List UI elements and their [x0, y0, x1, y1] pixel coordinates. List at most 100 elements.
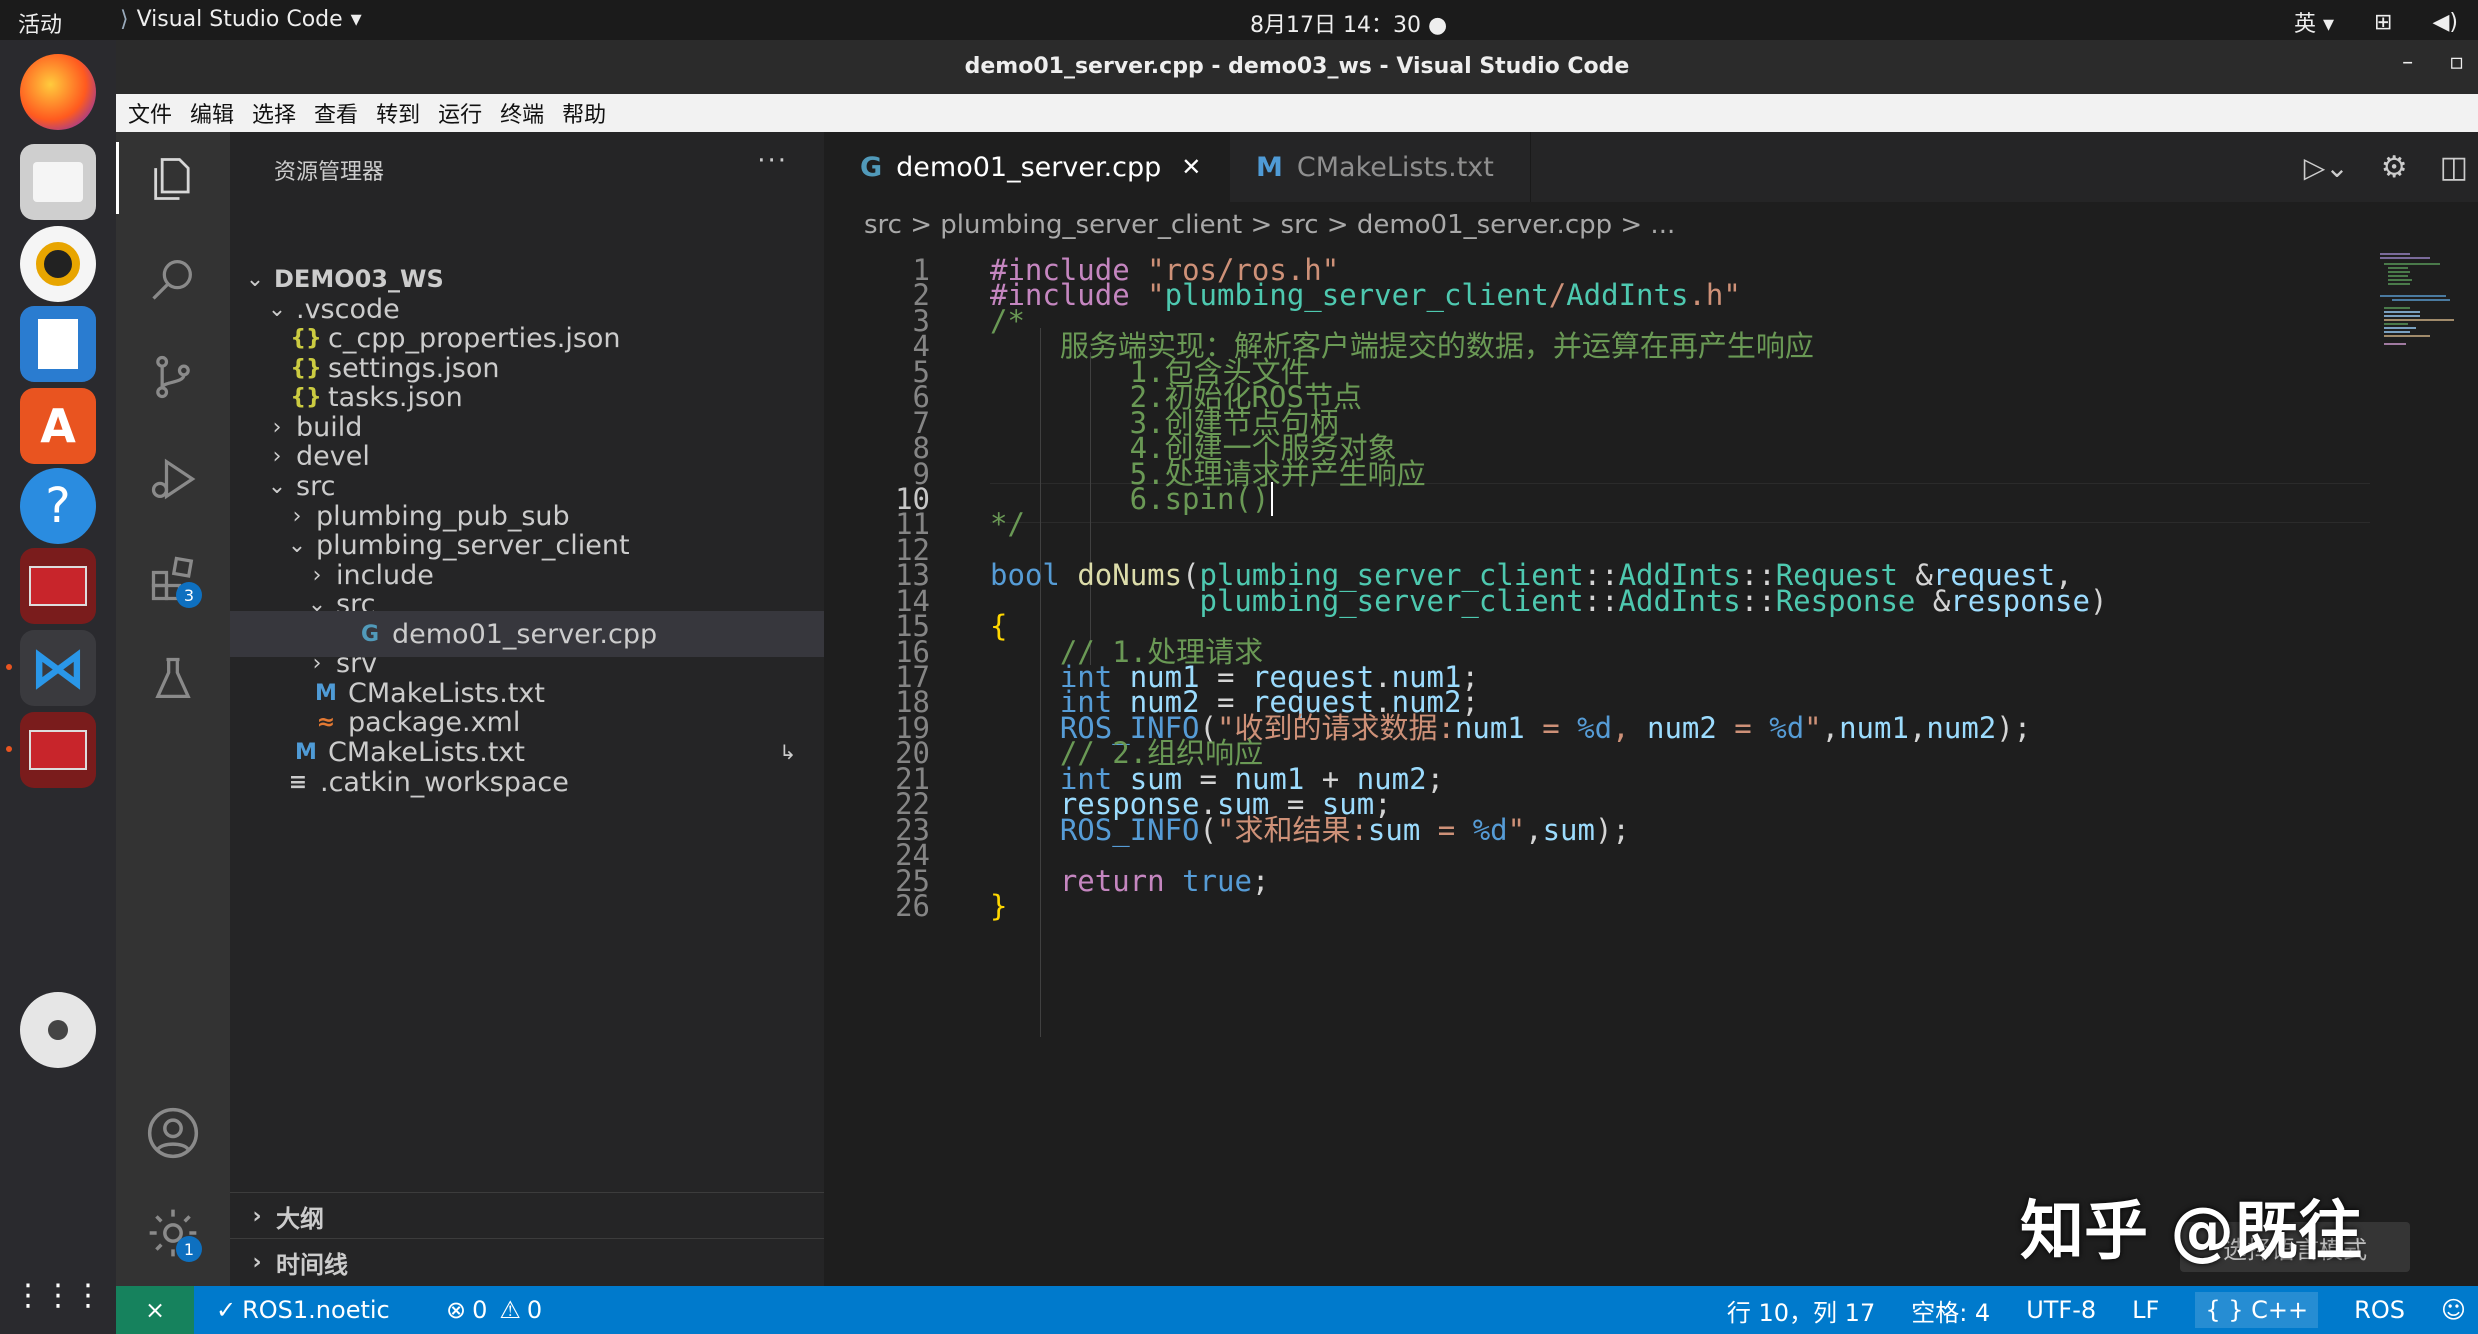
editor-area: G demo01_server.cpp ✕ M CMakeLists.txt ▷…	[824, 132, 2478, 1286]
error-count: 0	[472, 1296, 488, 1324]
split-editor-icon[interactable]: ◫	[2440, 150, 2468, 185]
tab-cmakelists[interactable]: M CMakeLists.txt	[1230, 132, 1531, 202]
language-mode[interactable]: { } C++	[2195, 1292, 2319, 1328]
notification-dot-icon: ●	[1427, 13, 1448, 38]
remote-indicator[interactable]: ⨯	[116, 1286, 194, 1334]
vscode-small-icon: ⟩	[120, 7, 129, 32]
editor-actions: ▷⌄ ⚙ ◫	[2304, 150, 2468, 185]
timeline-label: 时间线	[276, 1250, 348, 1279]
volume-icon[interactable]: ◀)	[2432, 10, 2458, 35]
menu-edit[interactable]: 编辑	[190, 97, 234, 129]
show-applications-icon[interactable]: ⋮⋮⋮	[13, 1258, 103, 1334]
chevron-right-icon: ›	[252, 1203, 262, 1229]
input-method-label: 英	[2293, 12, 2316, 37]
run-debug-icon[interactable]	[140, 446, 206, 512]
terminal-app-icon[interactable]	[20, 548, 96, 624]
error-icon: ⊗	[446, 1296, 467, 1324]
chevron-right-icon: ›	[252, 1249, 262, 1275]
active-view-indicator	[116, 142, 119, 214]
outline-panel-header[interactable]: › 大纲	[230, 1192, 824, 1239]
vscode-dock-icon[interactable]: ⋈	[20, 630, 96, 706]
software-center-icon[interactable]: A	[20, 388, 96, 464]
menu-go[interactable]: 转到	[376, 97, 420, 129]
close-icon[interactable]: ✕	[1181, 153, 1201, 181]
explorer-icon[interactable]	[140, 146, 206, 212]
network-icon[interactable]: ⊞	[2374, 10, 2392, 35]
tab-demo01-server-cpp[interactable]: G demo01_server.cpp ✕	[824, 132, 1230, 202]
tab-label: CMakeLists.txt	[1296, 151, 1494, 183]
testing-icon[interactable]	[140, 646, 206, 712]
chevron-down-icon: ▾	[350, 7, 362, 32]
menu-file[interactable]: 文件	[128, 97, 172, 129]
tree-item[interactable]: ≡ .catkin_workspace	[230, 759, 824, 805]
accounts-icon[interactable]	[140, 1100, 206, 1166]
running-app-indicator	[6, 746, 12, 752]
watermark: 知乎 @既往	[2020, 1195, 2363, 1269]
input-method-indicator[interactable]: 英 ▾	[2294, 6, 2334, 38]
encoding[interactable]: UTF-8	[2026, 1296, 2096, 1324]
clock[interactable]: 8月17日 14：30 ●	[1250, 7, 1447, 39]
end-of-line[interactable]: LF	[2132, 1296, 2159, 1324]
menu-view[interactable]: 查看	[314, 97, 358, 129]
cmake-file-icon: M	[1256, 151, 1283, 183]
system-top-bar: 活动 ⟩ Visual Studio Code ▾ 8月17日 14：30 ● …	[0, 0, 2478, 40]
status-right: 行 10，列 17 空格: 4 UTF-8 LF { } C++ ROS ☺	[1727, 1286, 2466, 1334]
tree-item-label: .catkin_workspace	[320, 766, 569, 798]
files-icon[interactable]	[20, 144, 96, 220]
file-type-icon: ≡	[288, 769, 308, 795]
extensions-icon[interactable]: 3	[140, 546, 206, 612]
cpp-file-icon: G	[860, 151, 883, 183]
terminal-app-icon-2[interactable]	[20, 712, 96, 788]
activities-button[interactable]: 活动	[18, 7, 62, 39]
problems-status[interactable]: ⊗ 0 ⚠ 0	[446, 1296, 542, 1324]
maximize-icon[interactable]: ▫	[2449, 50, 2464, 75]
language-label: C++	[2251, 1296, 2309, 1324]
explorer-sidebar: 资源管理器 ··· ⌄ DEMO03_WS ⌄ .vscode{} c_cpp_prop…	[230, 132, 824, 1286]
source-control-icon[interactable]	[140, 344, 206, 410]
activity-bar: 3 1	[116, 132, 230, 1286]
manage-gear-icon[interactable]: 1	[140, 1200, 206, 1266]
outline-label: 大纲	[276, 1204, 324, 1233]
run-debug-dropdown-icon[interactable]: ▷⌄	[2304, 151, 2349, 184]
check-icon: ✓	[216, 1296, 237, 1324]
menu-terminal[interactable]: 终端	[500, 97, 544, 129]
search-icon[interactable]	[140, 246, 206, 312]
line-number: 26	[895, 889, 930, 923]
ros-environment-status[interactable]: ✓ ROS1.noetic	[216, 1296, 390, 1324]
system-tray: 英 ▾ ⊞ ◀)	[2294, 6, 2458, 38]
warning-icon: ⚠	[499, 1296, 521, 1324]
clock-label: 8月17日 14：30	[1250, 13, 1421, 38]
disc-icon[interactable]	[20, 992, 96, 1068]
warning-count: 0	[526, 1296, 543, 1324]
window-controls: – ▫	[2402, 50, 2464, 75]
menu-help[interactable]: 帮助	[562, 97, 606, 129]
status-bar: ⨯ ✓ ROS1.noetic ⊗ 0 ⚠ 0 行 10，列 17 空格: 4 …	[116, 1286, 2478, 1334]
timeline-panel-header[interactable]: › 时间线	[230, 1238, 824, 1285]
code-line[interactable]: 26}	[824, 886, 2384, 926]
window-titlebar: demo01_server.cpp - demo03_ws - Visual S…	[116, 40, 2478, 94]
feedback-icon[interactable]: ☺	[2441, 1296, 2466, 1324]
minimap[interactable]	[2380, 250, 2460, 380]
gear-icon[interactable]: ⚙	[2381, 150, 2408, 185]
menu-selection[interactable]: 选择	[252, 97, 296, 129]
ros-status[interactable]: ROS	[2354, 1296, 2405, 1324]
code-text: }	[990, 889, 1008, 923]
help-icon[interactable]: ?	[20, 468, 96, 544]
settings-badge: 1	[176, 1236, 202, 1262]
cursor-position[interactable]: 行 10，列 17	[1727, 1293, 1875, 1328]
writer-icon[interactable]	[20, 306, 96, 382]
minimize-icon[interactable]: –	[2402, 50, 2413, 75]
editor-tabs: G demo01_server.cpp ✕ M CMakeLists.txt ▷…	[824, 132, 2478, 202]
breadcrumb[interactable]: src > plumbing_server_client > src > dem…	[864, 210, 1675, 240]
more-actions-icon[interactable]: ···	[757, 146, 788, 176]
window-title: demo01_server.cpp - demo03_ws - Visual S…	[964, 54, 1630, 79]
menu-bar: 文件 编辑 选择 查看 转到 运行 终端 帮助	[116, 94, 2478, 132]
app-menu[interactable]: ⟩ Visual Studio Code ▾	[120, 7, 362, 32]
app-menu-label: Visual Studio Code	[136, 7, 343, 32]
explorer-title: 资源管理器	[274, 160, 385, 185]
firefox-icon[interactable]	[20, 54, 96, 130]
active-app-indicator	[6, 664, 12, 670]
indentation[interactable]: 空格: 4	[1911, 1293, 1990, 1328]
menu-run[interactable]: 运行	[438, 97, 482, 129]
rhythmbox-icon[interactable]	[20, 226, 96, 302]
